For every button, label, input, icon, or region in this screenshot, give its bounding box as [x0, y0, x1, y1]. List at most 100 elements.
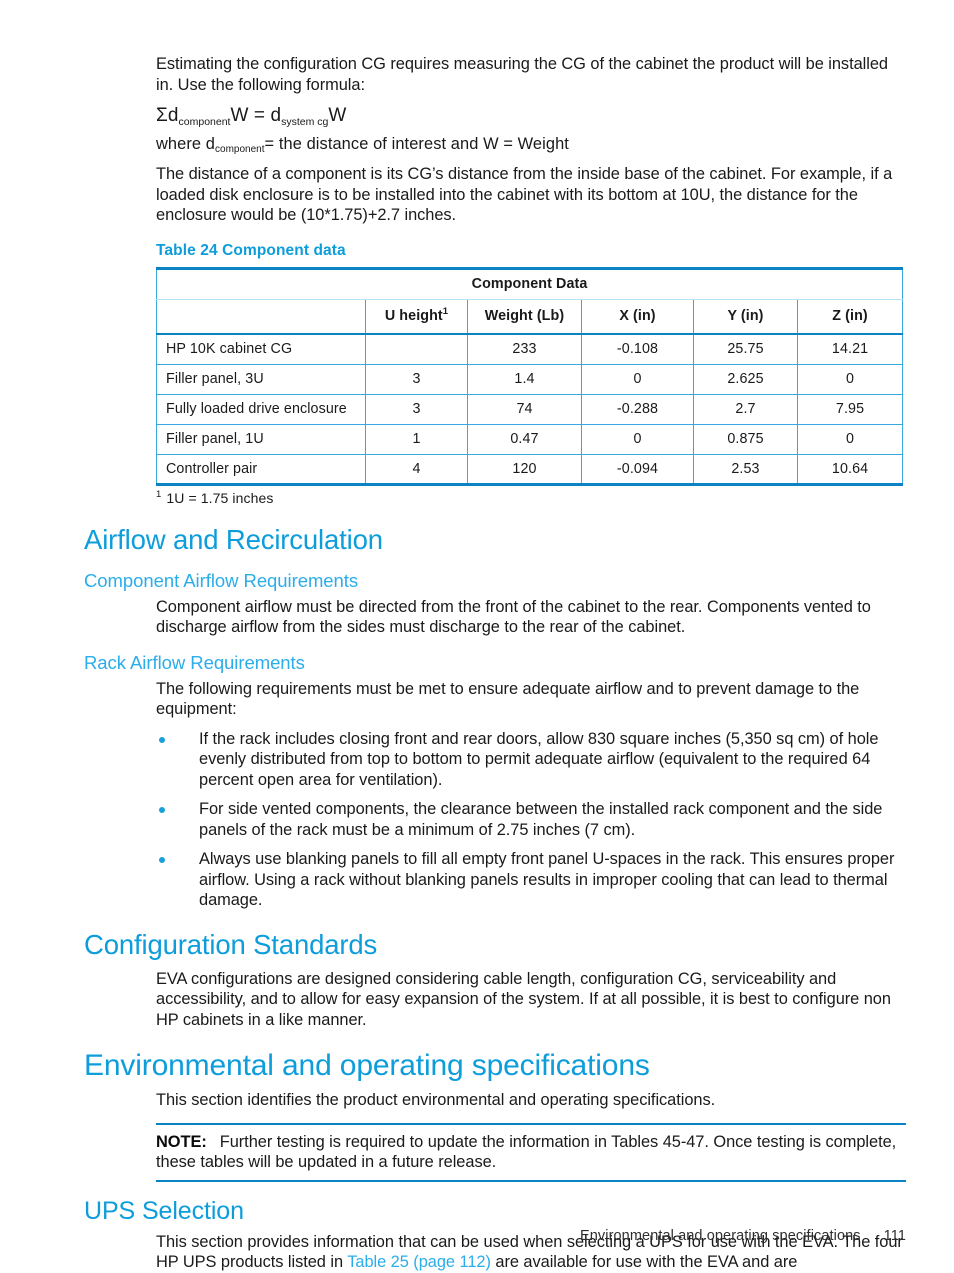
footnote-marker: 1	[156, 488, 162, 500]
row-u-height	[365, 333, 468, 365]
rack-airflow-section: Rack Airflow Requirements	[84, 651, 906, 674]
row-x: 0	[581, 423, 694, 455]
row-x: -0.094	[581, 453, 694, 485]
list-item: If the rack includes closing front and r…	[156, 729, 906, 791]
table-25-cross-reference-link[interactable]: Table 25 (page 112)	[347, 1253, 491, 1271]
row-weight: 120	[467, 453, 582, 485]
row-u-height: 1	[365, 423, 468, 455]
row-y: 2.7	[693, 393, 798, 425]
airflow-section: Airflow and Recirculation Component Airf…	[84, 524, 906, 592]
list-item-text: Always use blanking panels to fill all e…	[199, 850, 895, 909]
bullet-dot-icon	[159, 857, 165, 863]
row-label: Filler panel, 3U	[156, 363, 366, 395]
row-weight: 233	[467, 333, 582, 365]
table-title-row: Component Data	[155, 268, 904, 300]
note-content: NOTE: Further testing is required to upda…	[156, 1132, 906, 1173]
formula-equals-part: W = d	[230, 105, 282, 126]
row-u-height: 4	[365, 453, 468, 485]
configuration-standards-body: EVA configurations are designed consider…	[156, 969, 906, 1031]
row-y: 0.875	[693, 423, 798, 455]
heading-ups-selection: UPS Selection	[84, 1196, 244, 1225]
heading-rack-airflow-requirements: Rack Airflow Requirements	[84, 651, 305, 673]
row-z: 0	[796, 423, 904, 455]
environmental-paragraph: This section identifies the product envi…	[156, 1091, 716, 1109]
heading-environmental-and-operating-specifications: Environmental and operating specificatio…	[84, 1049, 650, 1082]
header-u-height-label: U height	[384, 308, 443, 325]
row-y: 25.75	[693, 333, 798, 365]
row-x: -0.288	[581, 393, 694, 425]
table-row: Controller pair 4 120 -0.094 2.53 10.64	[156, 453, 904, 485]
table-24-footnote: 1 1U = 1.75 inches	[156, 490, 954, 506]
row-z: 14.21	[796, 333, 904, 365]
header-blank	[156, 299, 366, 335]
heading-airflow-and-recirculation: Airflow and Recirculation	[84, 523, 383, 555]
footnote-text: 1U = 1.75 inches	[166, 489, 274, 506]
configuration-standards-paragraph: EVA configurations are designed consider…	[156, 969, 891, 1029]
header-u-height: U height1	[365, 299, 468, 335]
environmental-section: Environmental and operating specificatio…	[84, 1050, 906, 1082]
where-definition: where dcomponent= the distance of intere…	[156, 134, 906, 155]
distance-paragraph: The distance of a component is its CG’s …	[156, 165, 893, 224]
table-row: Filler panel, 3U 3 1.4 0 2.625 0	[156, 363, 904, 395]
formula-sub-component: component	[178, 115, 231, 128]
list-item-text: If the rack includes closing front and r…	[199, 729, 879, 789]
table-24-wrapper: Component Data U height1 Weight (Lb) X (…	[155, 266, 906, 486]
table-24-caption: Table 24 Component data	[156, 241, 346, 259]
row-weight: 1.4	[467, 363, 582, 395]
table-row: Filler panel, 1U 1 0.47 0 0.875 0	[156, 423, 904, 455]
component-airflow-paragraph: Component airflow must be directed from …	[156, 597, 871, 637]
row-u-height: 3	[365, 393, 468, 425]
row-label: Controller pair	[156, 453, 366, 485]
where-sub: component	[215, 144, 265, 155]
row-label: Fully loaded drive enclosure	[156, 393, 366, 425]
table-row: Fully loaded drive enclosure 3 74 -0.288…	[156, 393, 904, 425]
list-item: Always use blanking panels to fill all e…	[156, 849, 906, 911]
ups-selection-section: UPS Selection	[84, 1196, 906, 1225]
row-label: Filler panel, 1U	[156, 423, 366, 455]
note-box: NOTE: Further testing is required to upda…	[156, 1122, 906, 1182]
where-prefix: where d	[156, 135, 216, 153]
header-x: X (in)	[581, 299, 694, 335]
row-z: 10.64	[796, 453, 904, 485]
rack-airflow-body: The following requirements must be met t…	[156, 679, 906, 911]
intro-paragraph: Estimating the configuration CG requires…	[156, 55, 888, 94]
note-text: Further testing is required to update th…	[156, 1132, 897, 1172]
formula-tail-w: W	[328, 105, 347, 126]
page-footer: Environmental and operating specificatio…	[0, 1228, 906, 1244]
heading-component-airflow-requirements: Component Airflow Requirements	[84, 569, 359, 591]
list-item-text: For side vented components, the clearanc…	[199, 800, 883, 839]
intro-section: Estimating the configuration CG requires…	[156, 0, 906, 226]
document-page: Estimating the configuration CG requires…	[0, 0, 954, 1271]
heading-configuration-standards: Configuration Standards	[84, 928, 378, 960]
row-label: HP 10K cabinet CG	[156, 333, 366, 365]
row-y: 2.53	[693, 453, 798, 485]
rack-airflow-intro: The following requirements must be met t…	[156, 679, 860, 719]
header-weight: Weight (Lb)	[467, 299, 582, 335]
row-y: 2.625	[693, 363, 798, 395]
footer-section-title: Environmental and operating specificatio…	[579, 1228, 861, 1244]
where-suffix: = the distance of interest and W = Weigh…	[264, 135, 569, 153]
formula-sub-system-cg: system cg	[281, 115, 329, 128]
component-airflow-body: Component airflow must be directed from …	[156, 597, 906, 638]
row-u-height: 3	[365, 363, 468, 395]
configuration-standards-section: Configuration Standards	[84, 929, 906, 961]
header-y: Y (in)	[693, 299, 798, 335]
row-weight: 74	[467, 393, 582, 425]
note-label: NOTE:	[156, 1132, 207, 1151]
bullet-dot-icon	[159, 736, 165, 743]
ups-paragraph-after-link: are available for use with the EVA and a…	[490, 1253, 798, 1271]
formula-sigma-d: Σd	[156, 105, 179, 126]
environmental-body: This section identifies the product envi…	[156, 1090, 906, 1111]
bullet-dot-icon	[159, 807, 165, 813]
header-u-height-superscript: 1	[442, 306, 449, 318]
header-z: Z (in)	[796, 299, 904, 335]
list-item: For side vented components, the clearanc…	[156, 799, 906, 840]
footer-page-number: 111	[883, 1228, 906, 1244]
component-data-table: Component Data U height1 Weight (Lb) X (…	[155, 266, 904, 486]
row-weight: 0.47	[467, 423, 582, 455]
table-header-row: U height1 Weight (Lb) X (in) Y (in) Z (i…	[156, 299, 904, 335]
table-row: HP 10K cabinet CG 233 -0.108 25.75 14.21	[156, 333, 904, 365]
table-title-cell: Component Data	[155, 268, 904, 300]
row-x: 0	[581, 363, 694, 395]
row-z: 0	[796, 363, 904, 395]
